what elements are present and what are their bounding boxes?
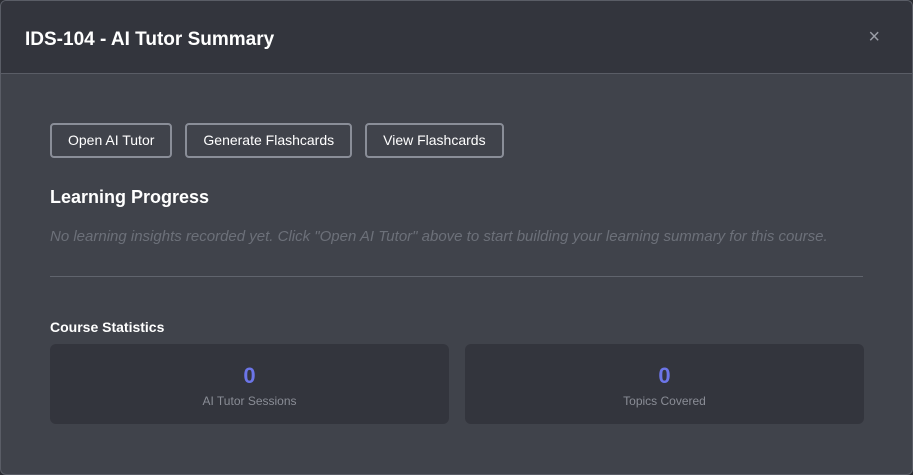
ai-tutor-summary-modal: IDS-104 - AI Tutor Summary × Open AI Tut… — [0, 0, 913, 475]
learning-progress-empty-message: No learning insights recorded yet. Click… — [50, 228, 828, 245]
stat-label: AI Tutor Sessions — [202, 394, 297, 408]
generate-flashcards-button[interactable]: Generate Flashcards — [185, 123, 353, 158]
action-button-row: Open AI Tutor Generate Flashcards View F… — [50, 123, 504, 158]
stat-label: Topics Covered — [623, 394, 706, 408]
modal-header: IDS-104 - AI Tutor Summary × — [1, 1, 912, 74]
open-ai-tutor-button[interactable]: Open AI Tutor — [50, 123, 173, 158]
stat-card-topics-covered: 0 Topics Covered — [465, 344, 864, 424]
stat-value: 0 — [243, 363, 256, 388]
close-icon[interactable]: × — [868, 27, 880, 47]
modal-title: IDS-104 - AI Tutor Summary — [25, 29, 275, 50]
stat-value: 0 — [658, 363, 671, 388]
learning-progress-heading: Learning Progress — [50, 187, 210, 207]
course-statistics-heading: Course Statistics — [50, 319, 165, 335]
section-divider — [50, 276, 863, 277]
stat-card-ai-tutor-sessions: 0 AI Tutor Sessions — [50, 344, 449, 424]
view-flashcards-button[interactable]: View Flashcards — [365, 123, 504, 158]
